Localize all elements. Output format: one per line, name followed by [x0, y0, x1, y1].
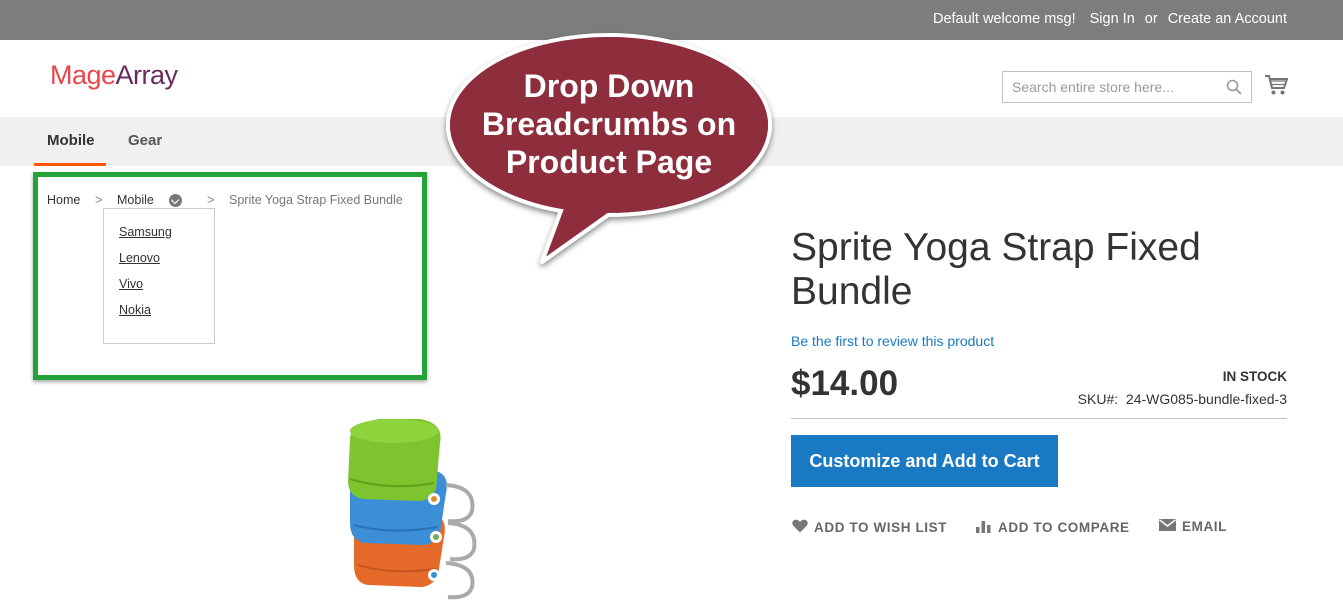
chevron-down-icon[interactable] — [169, 194, 182, 207]
email-label: EMAIL — [1182, 519, 1227, 534]
logo[interactable]: MageArray — [50, 60, 178, 91]
product-sku: SKU#: 24-WG085-bundle-fixed-3 — [1078, 391, 1287, 407]
product-title: Sprite Yoga Strap Fixed Bundle — [791, 226, 1201, 313]
nav-item-mobile[interactable]: Mobile — [47, 132, 95, 149]
heart-icon — [792, 519, 808, 536]
email-link[interactable]: EMAIL — [1159, 519, 1227, 534]
compare-label: ADD TO COMPARE — [998, 520, 1130, 535]
callout-line: Breadcrumbs on — [481, 106, 737, 142]
nav-item-gear[interactable]: Gear — [128, 132, 162, 149]
header-links: Default welcome msg! Sign In or Create a… — [933, 11, 1287, 27]
active-nav-indicator — [34, 163, 106, 166]
breadcrumb-separator: > — [207, 192, 215, 207]
breadcrumb-separator: > — [95, 192, 103, 207]
callout-line: Drop Down — [523, 68, 695, 104]
wishlist-label: ADD TO WISH LIST — [814, 520, 948, 535]
compare-icon — [976, 519, 992, 536]
callout-line: Product Page — [505, 144, 713, 180]
product-price: $14.00 — [791, 364, 899, 403]
breadcrumb-dropdown: Samsung Lenovo Vivo Nokia — [103, 208, 215, 344]
breadcrumb-home[interactable]: Home — [47, 193, 80, 207]
logo-part-1: Mage — [50, 60, 116, 90]
or-text: or — [1144, 11, 1158, 27]
envelope-icon — [1159, 519, 1176, 534]
dropdown-item-samsung[interactable]: Samsung — [119, 225, 172, 239]
add-to-wishlist-link[interactable]: ADD TO WISH LIST — [792, 519, 947, 536]
dropdown-item-nokia[interactable]: Nokia — [119, 303, 151, 317]
create-account-link[interactable]: Create an Account — [1168, 11, 1287, 27]
callout-text: Drop Down Breadcrumbs on Product Page — [455, 67, 763, 181]
review-link[interactable]: Be the first to review this product — [791, 333, 994, 349]
dropdown-item-lenovo[interactable]: Lenovo — [119, 251, 160, 265]
breadcrumb-mobile[interactable]: Mobile — [117, 193, 154, 207]
search-icon[interactable] — [1226, 79, 1242, 100]
breadcrumb-current: Sprite Yoga Strap Fixed Bundle — [229, 193, 403, 207]
search-box — [1002, 71, 1252, 103]
divider — [791, 418, 1287, 419]
sku-value: 24-WG085-bundle-fixed-3 — [1125, 391, 1287, 407]
add-to-cart-button[interactable]: Customize and Add to Cart — [791, 435, 1058, 487]
dropdown-item-vivo[interactable]: Vivo — [119, 277, 143, 291]
product-image — [348, 419, 477, 600]
stock-status: IN STOCK — [1222, 369, 1287, 384]
sku-label: SKU#: — [1077, 391, 1119, 407]
logo-part-2: Array — [115, 60, 179, 90]
add-to-compare-link[interactable]: ADD TO COMPARE — [976, 519, 1130, 536]
welcome-message: Default welcome msg! — [932, 11, 1076, 27]
sign-in-link[interactable]: Sign In — [1090, 11, 1135, 27]
search-input[interactable] — [1003, 72, 1213, 102]
cart-icon[interactable] — [1264, 74, 1289, 101]
